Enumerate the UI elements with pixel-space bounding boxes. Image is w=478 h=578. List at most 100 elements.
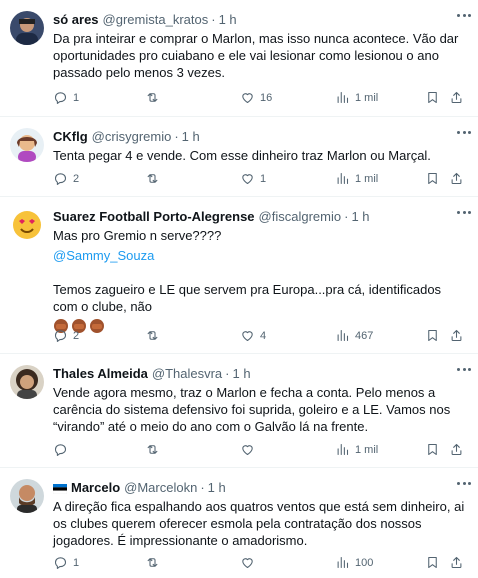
retweet-button[interactable] [145, 442, 165, 457]
retweet-button[interactable] [145, 90, 165, 105]
like-button[interactable]: 1 [240, 171, 266, 186]
like-button[interactable]: 4 [240, 328, 266, 343]
timestamp[interactable]: 1 h [233, 366, 251, 381]
avatar[interactable] [10, 208, 44, 242]
tweet-header: Thales Almeida @Thalesvra · 1 h [53, 364, 465, 382]
author-name[interactable]: só ares [53, 12, 99, 27]
retweet-icon [145, 555, 160, 570]
bookmark-button[interactable] [425, 90, 440, 105]
reply-icon [53, 555, 68, 570]
tweet[interactable]: Suarez Football Porto-Alegrense @fiscalg… [0, 197, 478, 354]
author-name[interactable]: Suarez Football Porto-Alegrense [53, 209, 255, 224]
timestamp[interactable]: 1 h [351, 209, 369, 224]
views-button[interactable]: 1 mil [335, 90, 378, 105]
like-button[interactable]: 16 [240, 90, 272, 105]
share-icon [449, 555, 464, 570]
tweet[interactable]: Thales Almeida @Thalesvra · 1 h Vende ag… [0, 354, 478, 468]
bookmark-icon [425, 328, 440, 343]
tweet-header: Marcelo @Marcelokn · 1 h [52, 478, 465, 496]
retweet-icon [145, 328, 160, 343]
tweet-text: Vende agora mesmo, traz o Marlon e fecha… [53, 385, 454, 434]
bookmark-button[interactable] [425, 442, 440, 457]
like-count: 4 [260, 329, 267, 342]
views-icon [335, 555, 350, 570]
separator-dot: · [174, 128, 179, 144]
author-handle[interactable]: @fiscalgremio [259, 209, 342, 224]
share-button[interactable] [449, 328, 464, 343]
timestamp[interactable]: 1 h [219, 12, 237, 27]
separator-dot: · [344, 208, 349, 224]
like-button[interactable] [240, 442, 260, 457]
author-name[interactable]: Marcelo [71, 480, 120, 495]
share-icon [449, 442, 464, 457]
avatar[interactable] [10, 479, 44, 513]
like-icon [240, 171, 255, 186]
reply-button[interactable]: 1 [53, 555, 79, 570]
avatar-image [10, 479, 44, 513]
share-icon [449, 328, 464, 343]
views-icon [335, 171, 350, 186]
retweet-button[interactable] [145, 171, 165, 186]
reply-button[interactable]: 2 [53, 171, 79, 186]
separator-dot: · [211, 11, 216, 27]
avatar[interactable] [10, 365, 44, 399]
reply-button[interactable]: 2 [53, 328, 79, 343]
tweet[interactable]: CKflg @crisygremio · 1 h Tenta pegar 4 e… [0, 117, 478, 197]
like-icon [240, 442, 255, 457]
reply-icon [53, 328, 68, 343]
views-button[interactable]: 100 [335, 555, 373, 570]
timestamp[interactable]: 1 h [182, 129, 200, 144]
reply-icon [53, 171, 68, 186]
share-button[interactable] [449, 171, 464, 186]
like-icon [240, 90, 255, 105]
separator-dot: · [225, 365, 230, 381]
views-button[interactable]: 1 mil [335, 442, 378, 457]
bookmark-icon [425, 442, 440, 457]
retweet-button[interactable] [145, 328, 165, 343]
share-button[interactable] [449, 442, 464, 457]
author-handle[interactable]: @Marcelokn [124, 480, 197, 495]
author-handle[interactable]: @Thalesvra [152, 366, 222, 381]
like-count: 16 [260, 91, 273, 104]
bookmark-icon [425, 555, 440, 570]
bookmark-button[interactable] [425, 328, 440, 343]
share-button[interactable] [449, 555, 464, 570]
reply-button[interactable]: 1 [53, 90, 79, 105]
tweet-actions: 1 100 [53, 555, 465, 573]
tweet[interactable]: só ares @gremista_kratos · 1 h Da pra in… [0, 0, 478, 117]
tweet-header: só ares @gremista_kratos · 1 h [53, 10, 465, 28]
share-icon [449, 90, 464, 105]
author-name[interactable]: Thales Almeida [53, 366, 148, 381]
avatar[interactable] [10, 128, 44, 162]
share-button[interactable] [449, 90, 464, 105]
author-handle[interactable]: @gremista_kratos [103, 12, 209, 27]
views-button[interactable]: 467 [335, 328, 373, 343]
more-icon[interactable] [454, 362, 474, 376]
reply-count: 1 [73, 556, 80, 569]
retweet-icon [145, 90, 160, 105]
reply-count: 2 [73, 329, 80, 342]
views-icon [335, 90, 350, 105]
reply-button[interactable] [53, 442, 73, 457]
author-handle[interactable]: @crisygremio [92, 129, 172, 144]
tweet-actions: 1 16 1 mil [53, 90, 465, 108]
avatar-image [10, 208, 44, 242]
views-button[interactable]: 1 mil [335, 171, 378, 186]
tweet[interactable]: Marcelo @Marcelokn · 1 h A direção fica … [0, 468, 478, 578]
bookmark-button[interactable] [425, 555, 440, 570]
author-name[interactable]: CKflg [53, 129, 88, 144]
mention-link[interactable]: @Sammy_Souza [53, 247, 465, 264]
view-count: 1 mil [355, 91, 379, 104]
views-icon [335, 328, 350, 343]
retweet-icon [145, 171, 160, 186]
retweet-button[interactable] [145, 555, 165, 570]
avatar[interactable] [10, 11, 44, 45]
more-icon[interactable] [454, 125, 474, 139]
more-icon[interactable] [454, 205, 474, 219]
more-icon[interactable] [454, 8, 474, 22]
avatar-image [10, 365, 44, 399]
bookmark-button[interactable] [425, 171, 440, 186]
more-icon[interactable] [454, 476, 474, 490]
timestamp[interactable]: 1 h [208, 480, 226, 495]
like-button[interactable] [240, 555, 260, 570]
